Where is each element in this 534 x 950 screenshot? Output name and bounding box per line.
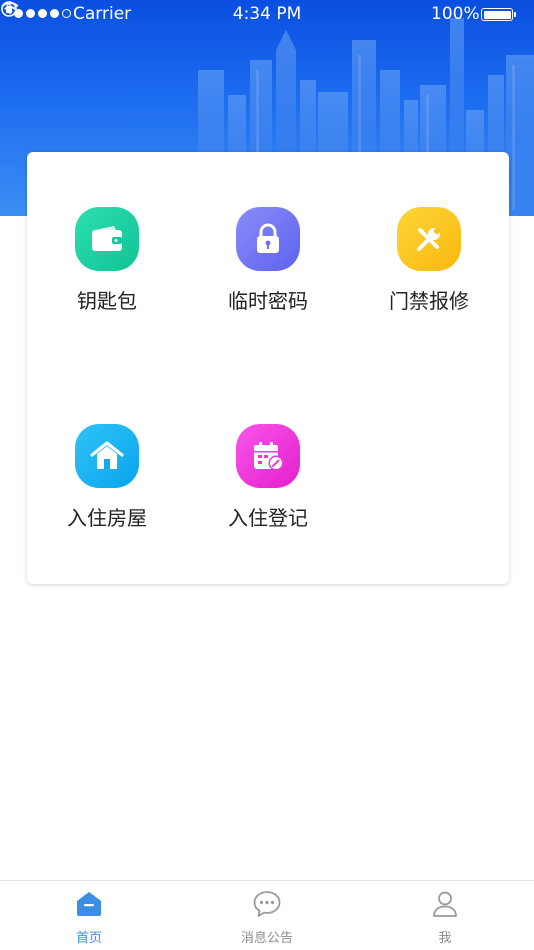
feature-card: 钥匙包 临时密码 门禁报修 入住房屋 入住登记 [27, 152, 509, 584]
battery-icon [481, 8, 516, 21]
home-tab-icon [0, 889, 178, 919]
menu-item-label: 临时密码 [228, 289, 308, 313]
battery-percent: 100% [431, 4, 480, 24]
bottom-tab-bar: 首页 消息公告 我 [0, 880, 534, 950]
tab-home[interactable]: 首页 [0, 881, 178, 950]
rotation-lock-icon [1, 1, 17, 17]
calendar-edit-icon [236, 424, 300, 488]
lock-icon [236, 207, 300, 271]
status-bar: Carrier 4:34 PM 100% [0, 0, 534, 30]
tab-messages[interactable]: 消息公告 [178, 881, 356, 950]
wallet-icon [75, 207, 139, 271]
menu-item-access-repair[interactable]: 门禁报修 [349, 207, 509, 314]
home-screen: Carrier 4:34 PM 100% 钥匙包 临时密码 门禁报修 入住房屋 … [0, 0, 534, 950]
home-icon [75, 424, 139, 488]
menu-item-label: 门禁报修 [389, 289, 469, 313]
tab-label: 我 [438, 931, 452, 946]
menu-item-label: 钥匙包 [77, 289, 137, 313]
menu-item-label: 入住房屋 [67, 506, 147, 530]
tab-label: 消息公告 [240, 931, 293, 946]
menu-item-key-wallet[interactable]: 钥匙包 [27, 207, 187, 314]
menu-item-label: 入住登记 [228, 506, 308, 530]
tab-me[interactable]: 我 [356, 881, 534, 950]
menu-item-check-in-register[interactable]: 入住登记 [188, 424, 348, 531]
menu-item-my-house[interactable]: 入住房屋 [27, 424, 187, 531]
user-icon [356, 889, 534, 919]
menu-item-temp-password[interactable]: 临时密码 [188, 207, 348, 314]
message-icon [178, 889, 356, 919]
tools-icon [397, 207, 461, 271]
tab-label: 首页 [75, 931, 102, 946]
